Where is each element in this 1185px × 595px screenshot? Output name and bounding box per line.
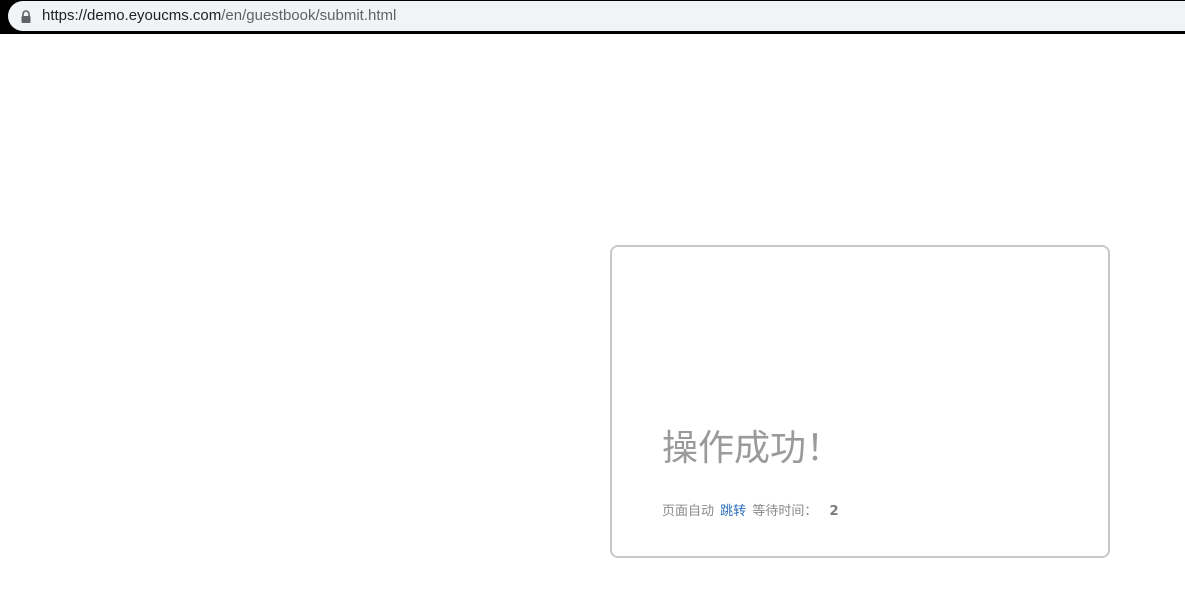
url-path: /en/guestbook/submit.html: [221, 7, 397, 24]
browser-toolbar: https://demo.eyoucms.com/en/guestbook/su…: [0, 0, 1185, 34]
countdown-value: 2: [829, 504, 839, 519]
auto-redirect-text: 页面自动: [662, 504, 715, 519]
address-bar[interactable]: https://demo.eyoucms.com/en/guestbook/su…: [8, 1, 1185, 31]
wait-time-label: 等待时间：: [752, 504, 818, 519]
url-host: https://demo.eyoucms.com: [42, 7, 222, 24]
redirect-info: 页面自动 跳转 等待时间： 2: [662, 503, 839, 521]
success-title: 操作成功！: [662, 428, 843, 469]
success-message-box: 操作成功！ 页面自动 跳转 等待时间： 2: [610, 245, 1110, 558]
redirect-link[interactable]: 跳转: [720, 504, 746, 519]
url-text[interactable]: https://demo.eyoucms.com/en/guestbook/su…: [42, 7, 396, 25]
page-content: 操作成功！ 页面自动 跳转 等待时间： 2: [0, 34, 1185, 595]
lock-icon[interactable]: [20, 9, 32, 23]
